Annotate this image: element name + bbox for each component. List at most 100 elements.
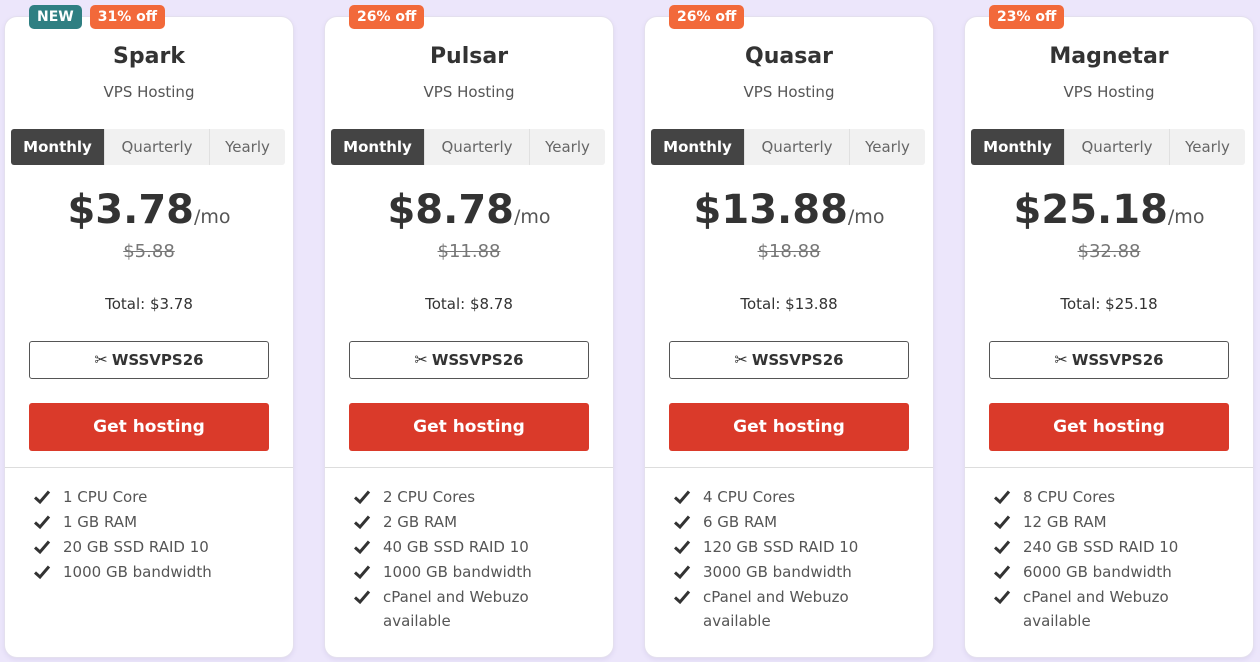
price: $3.78/mo <box>5 187 293 233</box>
feature-item: 1000 GB bandwidth <box>33 560 281 584</box>
plan-name: Magnetar <box>1049 44 1169 69</box>
feature-item: cPanel and Webuzo available <box>353 585 601 633</box>
billing-period-toggle: Monthly Quarterly Yearly <box>651 129 925 165</box>
feature-list: 4 CPU Cores 6 GB RAM 120 GB SSD RAID 10 300… <box>673 485 921 634</box>
coupon-code: WSSVPS26 <box>1071 351 1164 369</box>
feature-label: 2 CPU Cores <box>383 488 476 506</box>
feature-item: cPanel and Webuzo available <box>673 585 921 633</box>
feature-label: 12 GB RAM <box>1023 513 1107 531</box>
scissors-icon: ✂ <box>94 350 108 369</box>
discount-badge: 31% off <box>89 5 166 29</box>
feature-label: 4 CPU Cores <box>703 488 796 506</box>
original-price: $18.88 <box>757 241 821 262</box>
check-icon <box>33 513 51 531</box>
billing-tab-yearly[interactable]: Yearly <box>529 129 605 165</box>
billing-tab-quarterly[interactable]: Quarterly <box>1064 129 1169 165</box>
feature-label: 20 GB SSD RAID 10 <box>63 538 209 556</box>
check-icon <box>993 588 1011 606</box>
plan-card-spark: NEW 31% off Spark VPS Hosting Monthly Quar… <box>5 5 293 657</box>
billing-tab-monthly[interactable]: Monthly <box>331 129 424 165</box>
feature-label: 1 CPU Core <box>63 488 148 506</box>
discount-badge: 23% off <box>989 5 1065 29</box>
feature-item: 20 GB SSD RAID 10 <box>33 535 281 559</box>
price-period: /mo <box>1167 206 1205 228</box>
divider <box>965 467 1253 468</box>
feature-label: 1000 GB bandwidth <box>383 563 532 581</box>
plan-type: VPS Hosting <box>743 83 835 101</box>
feature-item: 6000 GB bandwidth <box>993 560 1241 584</box>
billing-tab-monthly[interactable]: Monthly <box>971 129 1064 165</box>
get-hosting-button[interactable]: Get hosting <box>349 403 589 451</box>
check-icon <box>993 563 1011 581</box>
coupon-code-button[interactable]: ✂ WSSVPS26 <box>669 341 909 379</box>
plan-name: Spark <box>113 44 185 69</box>
billing-tab-yearly[interactable]: Yearly <box>209 129 285 165</box>
check-icon <box>993 538 1011 556</box>
check-icon <box>673 588 691 606</box>
original-price: $11.88 <box>437 241 501 262</box>
badges: 26% off <box>669 5 745 29</box>
check-icon <box>993 513 1011 531</box>
check-icon <box>353 513 371 531</box>
feature-item: cPanel and Webuzo available <box>993 585 1241 633</box>
discount-badge: 26% off <box>349 5 425 29</box>
get-hosting-button[interactable]: Get hosting <box>989 403 1229 451</box>
scissors-icon: ✂ <box>734 350 748 369</box>
billing-period-toggle: Monthly Quarterly Yearly <box>971 129 1245 165</box>
billing-tab-monthly[interactable]: Monthly <box>11 129 104 165</box>
check-icon <box>353 563 371 581</box>
feature-label: 1000 GB bandwidth <box>63 563 212 581</box>
get-hosting-button[interactable]: Get hosting <box>29 403 269 451</box>
feature-label: 2 GB RAM <box>383 513 458 531</box>
check-icon <box>33 488 51 506</box>
plan-type: VPS Hosting <box>103 83 195 101</box>
feature-item: 6 GB RAM <box>673 510 921 534</box>
feature-label: 240 GB SSD RAID 10 <box>1023 538 1179 556</box>
price-amount: $13.88 <box>693 187 848 233</box>
plan-type: VPS Hosting <box>423 83 515 101</box>
feature-label: cPanel and Webuzo available <box>1023 588 1169 630</box>
feature-label: cPanel and Webuzo available <box>383 588 529 630</box>
divider <box>645 467 933 468</box>
billing-tab-yearly[interactable]: Yearly <box>849 129 925 165</box>
feature-item: 240 GB SSD RAID 10 <box>993 535 1241 559</box>
billing-tab-monthly[interactable]: Monthly <box>651 129 744 165</box>
billing-period-toggle: Monthly Quarterly Yearly <box>331 129 605 165</box>
divider <box>5 467 293 468</box>
badges: NEW 31% off <box>29 5 166 29</box>
coupon-code: WSSVPS26 <box>111 351 204 369</box>
get-hosting-button[interactable]: Get hosting <box>669 403 909 451</box>
coupon-code: WSSVPS26 <box>431 351 524 369</box>
billing-tab-yearly[interactable]: Yearly <box>1169 129 1245 165</box>
coupon-code-button[interactable]: ✂ WSSVPS26 <box>989 341 1229 379</box>
scissors-icon: ✂ <box>414 350 428 369</box>
feature-label: 6000 GB bandwidth <box>1023 563 1172 581</box>
scissors-icon: ✂ <box>1054 350 1068 369</box>
check-icon <box>33 538 51 556</box>
coupon-code-button[interactable]: ✂ WSSVPS26 <box>349 341 589 379</box>
check-icon <box>673 488 691 506</box>
original-price: $32.88 <box>1077 241 1141 262</box>
check-icon <box>993 488 1011 506</box>
plan-name: Pulsar <box>429 44 509 69</box>
feature-label: 1 GB RAM <box>63 513 138 531</box>
check-icon <box>353 538 371 556</box>
price-period: /mo <box>513 206 551 228</box>
badges: 23% off <box>989 5 1065 29</box>
price-period: /mo <box>193 206 231 228</box>
check-icon <box>673 513 691 531</box>
feature-item: 3000 GB bandwidth <box>673 560 921 584</box>
feature-item: 120 GB SSD RAID 10 <box>673 535 921 559</box>
coupon-code-button[interactable]: ✂ WSSVPS26 <box>29 341 269 379</box>
billing-period-toggle: Monthly Quarterly Yearly <box>11 129 285 165</box>
plan-name: Quasar <box>745 44 833 69</box>
check-icon <box>673 538 691 556</box>
feature-item: 1 GB RAM <box>33 510 281 534</box>
badges: 26% off <box>349 5 425 29</box>
new-badge: NEW <box>29 5 82 29</box>
discount-badge: 26% off <box>669 5 745 29</box>
billing-tab-quarterly[interactable]: Quarterly <box>744 129 849 165</box>
billing-tab-quarterly[interactable]: Quarterly <box>104 129 209 165</box>
feature-list: 2 CPU Cores 2 GB RAM 40 GB SSD RAID 10 1000… <box>353 485 601 634</box>
billing-tab-quarterly[interactable]: Quarterly <box>424 129 529 165</box>
